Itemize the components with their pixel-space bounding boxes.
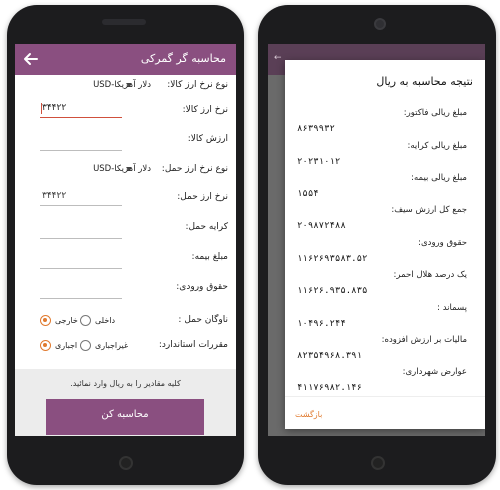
result-item: عوارض شهرداری: ۴۱۱۷۶۹۸۲.۱۴۶ xyxy=(285,367,485,405)
goods-value-row: ارزش کالا: xyxy=(15,127,236,155)
back-arrow-icon[interactable] xyxy=(23,50,39,68)
shipping-rate-type-label: نوع نرخ ارز حمل: xyxy=(161,164,228,174)
result-value: ۲۰۹۸۷۲۴۸۸ xyxy=(297,221,346,231)
result-label: پسماند : xyxy=(437,303,467,313)
goods-rate-type-label: نوع نرخ ارز کالا: xyxy=(167,80,228,90)
goods-value-input[interactable] xyxy=(40,135,122,151)
standards-label: مقررات استاندارد: xyxy=(158,340,228,350)
footer-panel: کلیه مقادیر را به ریال وارد نمائید. محاس… xyxy=(15,369,236,436)
stage: محاسبه گر گمرکی نوع نرخ ارز کالا: دلار آ… xyxy=(0,0,500,490)
standards-option-mandatory[interactable]: اجباری xyxy=(40,338,80,354)
goods-rate-row: نرخ ارز کالا: ۳۴۴۲۲ xyxy=(15,99,236,127)
result-value: ۸۶۳۹۹۳۲ xyxy=(297,124,335,134)
calculate-button[interactable]: محاسبه کن xyxy=(46,399,204,435)
insurance-label: مبلغ بیمه: xyxy=(191,252,228,262)
result-dialog: نتیجه محاسبه به ریال مبلغ ریالی فاکتور: … xyxy=(285,60,485,429)
dialog-title: نتیجه محاسبه به ریال xyxy=(376,75,473,88)
standards-option-optional-label: غیراجباری xyxy=(95,341,129,350)
app-bar: محاسبه گر گمرکی xyxy=(15,44,236,75)
freight-row: کرایه حمل: xyxy=(15,211,236,239)
result-label: مالیات بر ارزش افزوده: xyxy=(381,335,467,345)
return-button[interactable]: بازگشت xyxy=(295,410,322,419)
home-button-icon xyxy=(119,456,133,470)
radio-unchecked-icon xyxy=(80,340,91,351)
freight-label: کرایه حمل: xyxy=(185,222,228,232)
shipping-rate-value: ۳۴۴۲۲ xyxy=(42,191,67,201)
goods-rate-type-value: دلار آمریکا-USD xyxy=(93,80,151,90)
result-value: ۱۱۶۲۶۹۳۵۸۳.۵۲ xyxy=(297,254,368,264)
result-label: جمع کل ارزش سیف: xyxy=(391,205,467,215)
speaker-grille xyxy=(102,19,146,25)
standards-option-optional[interactable]: غیراجباری xyxy=(80,338,140,354)
shipping-rate-row: نرخ ارز حمل: ۳۴۴۲۲ xyxy=(15,183,236,211)
shipping-rate-label: نرخ ارز حمل: xyxy=(177,192,228,202)
left-screen: محاسبه گر گمرکی نوع نرخ ارز کالا: دلار آ… xyxy=(15,44,236,436)
dropdown-arrow-icon xyxy=(126,167,132,171)
footer-note: کلیه مقادیر را به ریال وارد نمائید. xyxy=(70,379,181,388)
duties-row: حقوق ورودی: xyxy=(15,267,236,299)
result-value: ۲۰۲۳۱۰۱۲ xyxy=(297,157,341,167)
goods-rate-type-row: نوع نرخ ارز کالا: دلار آمریکا-USD xyxy=(15,75,236,99)
dropdown-arrow-icon xyxy=(126,83,132,87)
insurance-row: مبلغ بیمه: xyxy=(15,239,236,269)
fleet-row: ناوگان حمل : خارجی داخلی xyxy=(15,295,236,326)
goods-rate-input[interactable]: ۳۴۴۲۲ xyxy=(40,102,122,118)
dialog-divider xyxy=(285,396,485,397)
result-label: مبلغ ریالی کرایه: xyxy=(407,141,467,151)
page-title: محاسبه گر گمرکی xyxy=(140,52,226,65)
front-camera-icon xyxy=(374,18,386,30)
shipping-rate-type-value: دلار آمریکا-USD xyxy=(93,164,151,174)
shipping-rate-input[interactable]: ۳۴۴۲۲ xyxy=(40,190,122,206)
result-label: حقوق ورودی: xyxy=(418,238,467,248)
result-value: ۱۰۴۹۶.۲۴۴ xyxy=(297,319,346,329)
result-value: ۱۱۶۲۶.۹۳۵.۸۳۵ xyxy=(297,286,368,296)
result-value: ۸۲۳۵۴۹۶۸.۳۹۱ xyxy=(297,351,363,361)
shipping-rate-type-select[interactable]: دلار آمریکا-USD xyxy=(40,162,155,178)
result-label: مبلغ ریالی فاکتور: xyxy=(403,108,467,118)
radio-checked-icon xyxy=(40,340,51,351)
result-value: ۴۱۱۷۶۹۸۲.۱۴۶ xyxy=(297,383,363,393)
goods-rate-label: نرخ ارز کالا: xyxy=(182,105,228,115)
result-label: یک درصد هلال احمر: xyxy=(393,270,467,280)
duties-label: حقوق ورودی: xyxy=(176,282,228,292)
result-label: عوارض شهرداری: xyxy=(402,367,467,377)
goods-rate-value: ۳۴۴۲۲ xyxy=(42,103,67,113)
freight-input[interactable] xyxy=(40,223,122,239)
background-back-arrow-icon: ← xyxy=(274,53,282,63)
right-screen: ← نتیجه محاسبه به ریال مبلغ ریالی فاکتور… xyxy=(268,44,485,436)
result-value: ۱۵۵۴ xyxy=(297,189,319,199)
standards-option-mandatory-label: اجباری xyxy=(55,341,78,350)
standards-radio-group: اجباری غیراجباری xyxy=(40,338,140,354)
goods-rate-type-select[interactable]: دلار آمریکا-USD xyxy=(40,78,155,94)
standards-row: مقررات استاندارد: اجباری غیراجباری xyxy=(15,323,236,351)
customs-form: نوع نرخ ارز کالا: دلار آمریکا-USD نرخ ار… xyxy=(15,75,236,351)
result-label: مبلغ ریالی بیمه: xyxy=(411,173,467,183)
goods-value-label: ارزش کالا: xyxy=(187,134,228,144)
shipping-rate-type-row: نوع نرخ ارز حمل: دلار آمریکا-USD xyxy=(15,155,236,183)
home-button-icon xyxy=(371,456,385,470)
